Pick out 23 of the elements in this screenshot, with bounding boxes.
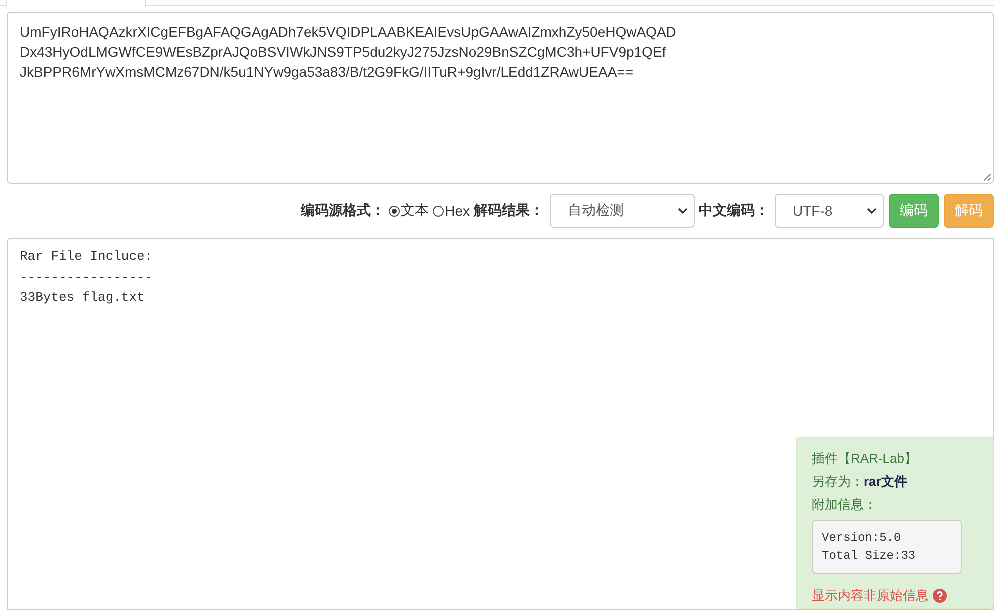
result-select[interactable]: 自动检测 bbox=[550, 194, 695, 228]
source-format-label: 编码源格式： bbox=[301, 202, 386, 220]
resize-handle-icon[interactable] bbox=[984, 174, 991, 181]
charset-label: 中文编码： bbox=[699, 202, 769, 220]
radio-button[interactable] bbox=[433, 206, 444, 216]
input-field[interactable]: UmFyIRoHAQAzkrXICgEFBgAFAQGAgADh7ek5VQIDPLAABKEAIEvsUpGAAwAIZmxhZy50eHQwAQAD Dx43HyOdLMGWfCE9WEsBZprAJQoBSVIWkJNS9TP5du2kyJ275JzsNo29BnSZCgMC3h+UFV9p1QEf JkBPPR6MrYwXmsMCMz67DN/k5u1NYw9ga53a83/B/t2G9FkG/IITuR+9gIvr/LEdd1ZRAwUEAA== bbox=[7, 12, 994, 184]
radio-label: 文本 bbox=[401, 202, 430, 220]
extra-info-label: 附加信息： bbox=[812, 496, 878, 514]
output-line: ----------------- bbox=[20, 268, 154, 286]
result-label: 解码结果： bbox=[474, 202, 544, 220]
warning-text: 显示内容非原始信息 bbox=[812, 587, 929, 605]
help-icon[interactable] bbox=[933, 588, 947, 602]
info-line: Version:5.0 bbox=[822, 530, 902, 547]
chevron-down-icon bbox=[867, 208, 877, 214]
info-line: Total Size:33 bbox=[822, 548, 917, 565]
output-line: Rar File Incluce: bbox=[20, 248, 154, 266]
chevron-down-icon bbox=[678, 208, 688, 214]
radio-button[interactable] bbox=[389, 206, 400, 216]
radio-label: Hex bbox=[445, 203, 470, 219]
charset-select[interactable]: UTF-8 bbox=[775, 194, 884, 228]
output-line: 33Bytes flag.txt bbox=[20, 289, 146, 307]
plugin-title: 插件【RAR-Lab】 bbox=[812, 450, 918, 468]
save-as-text: 另存为：rar文件 bbox=[812, 473, 908, 491]
